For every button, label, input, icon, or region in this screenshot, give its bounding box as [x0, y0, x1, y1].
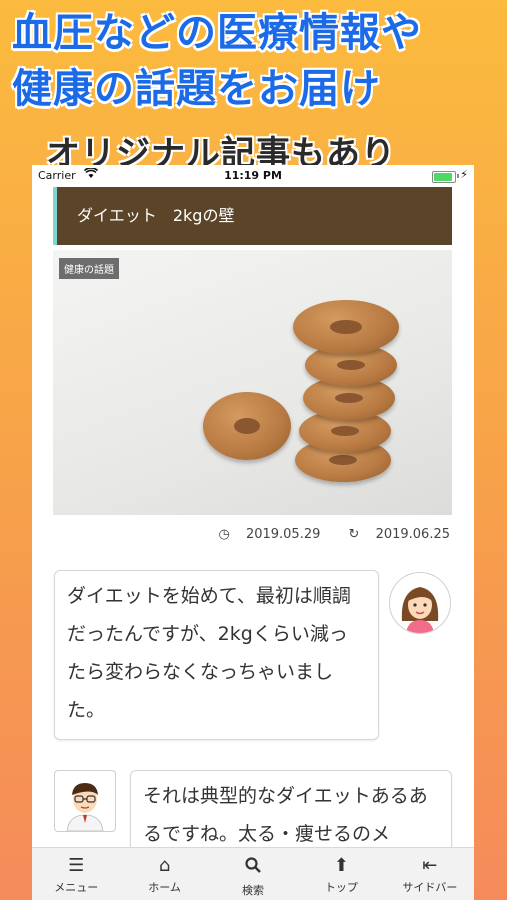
article-title: ダイエット 2kgの壁: [53, 187, 452, 245]
clock: 11:19 PM: [224, 169, 282, 182]
status-bar: Carrier 11:19 PM ⚡: [32, 165, 474, 187]
updated-date: ↻ 2019.06.25: [337, 527, 450, 542]
donut-single: [203, 392, 291, 460]
published-date-value: 2019.05.29: [245, 527, 321, 542]
donut-stack-1: [293, 300, 399, 354]
menu-icon: ☰: [68, 855, 85, 876]
battery-icon: [432, 171, 456, 183]
arrow-up-icon: ⬆: [333, 855, 349, 876]
category-badge[interactable]: 健康の話題: [59, 258, 119, 279]
home-icon: ⌂: [158, 855, 171, 876]
article-hero-image: 健康の話題: [53, 250, 452, 515]
bottom-tab-bar: ☰ メニュー ⌂ ホーム 検索 ⬆ トップ ⇤ サイドバー: [32, 847, 474, 900]
article-dates: ◷ 2019.05.29 ↻ 2019.06.25: [194, 527, 450, 542]
doctor-avatar: [54, 770, 116, 832]
battery-nub: [457, 174, 459, 178]
promo-headline-line1: 血圧などの医療情報や: [12, 10, 422, 56]
updated-date-value: 2019.06.25: [375, 527, 450, 542]
tab-home-label: ホーム: [148, 881, 181, 894]
tab-home[interactable]: ⌂ ホーム: [120, 848, 208, 900]
tab-top[interactable]: ⬆ トップ: [297, 848, 385, 900]
sidebar-icon: ⇤: [422, 855, 438, 876]
charging-icon: ⚡: [460, 168, 468, 181]
tab-search[interactable]: 検索: [209, 848, 297, 900]
tab-sidebar[interactable]: ⇤ サイドバー: [386, 848, 474, 900]
tab-menu[interactable]: ☰ メニュー: [32, 848, 120, 900]
speech-bubble-woman: ダイエットを始めて、最初は順調だったんですが、2kgくらい減ったら変わらなくなっ…: [54, 570, 379, 740]
phone-screen: Carrier 11:19 PM ⚡ ダイエット 2kgの壁 健康の話題 ◷ 2…: [32, 165, 474, 900]
published-date: ◷ 2019.05.29: [206, 527, 320, 542]
tab-top-label: トップ: [324, 881, 358, 894]
search-icon: [209, 856, 297, 879]
refresh-icon: ↻: [348, 527, 360, 542]
woman-avatar: [389, 572, 451, 634]
tab-search-label: 検索: [242, 884, 265, 897]
promo-headline-line2: 健康の話題をお届け: [12, 66, 381, 112]
tab-sidebar-label: サイドバー: [402, 881, 458, 894]
tab-menu-label: メニュー: [54, 881, 99, 894]
clock-icon: ◷: [218, 527, 230, 542]
